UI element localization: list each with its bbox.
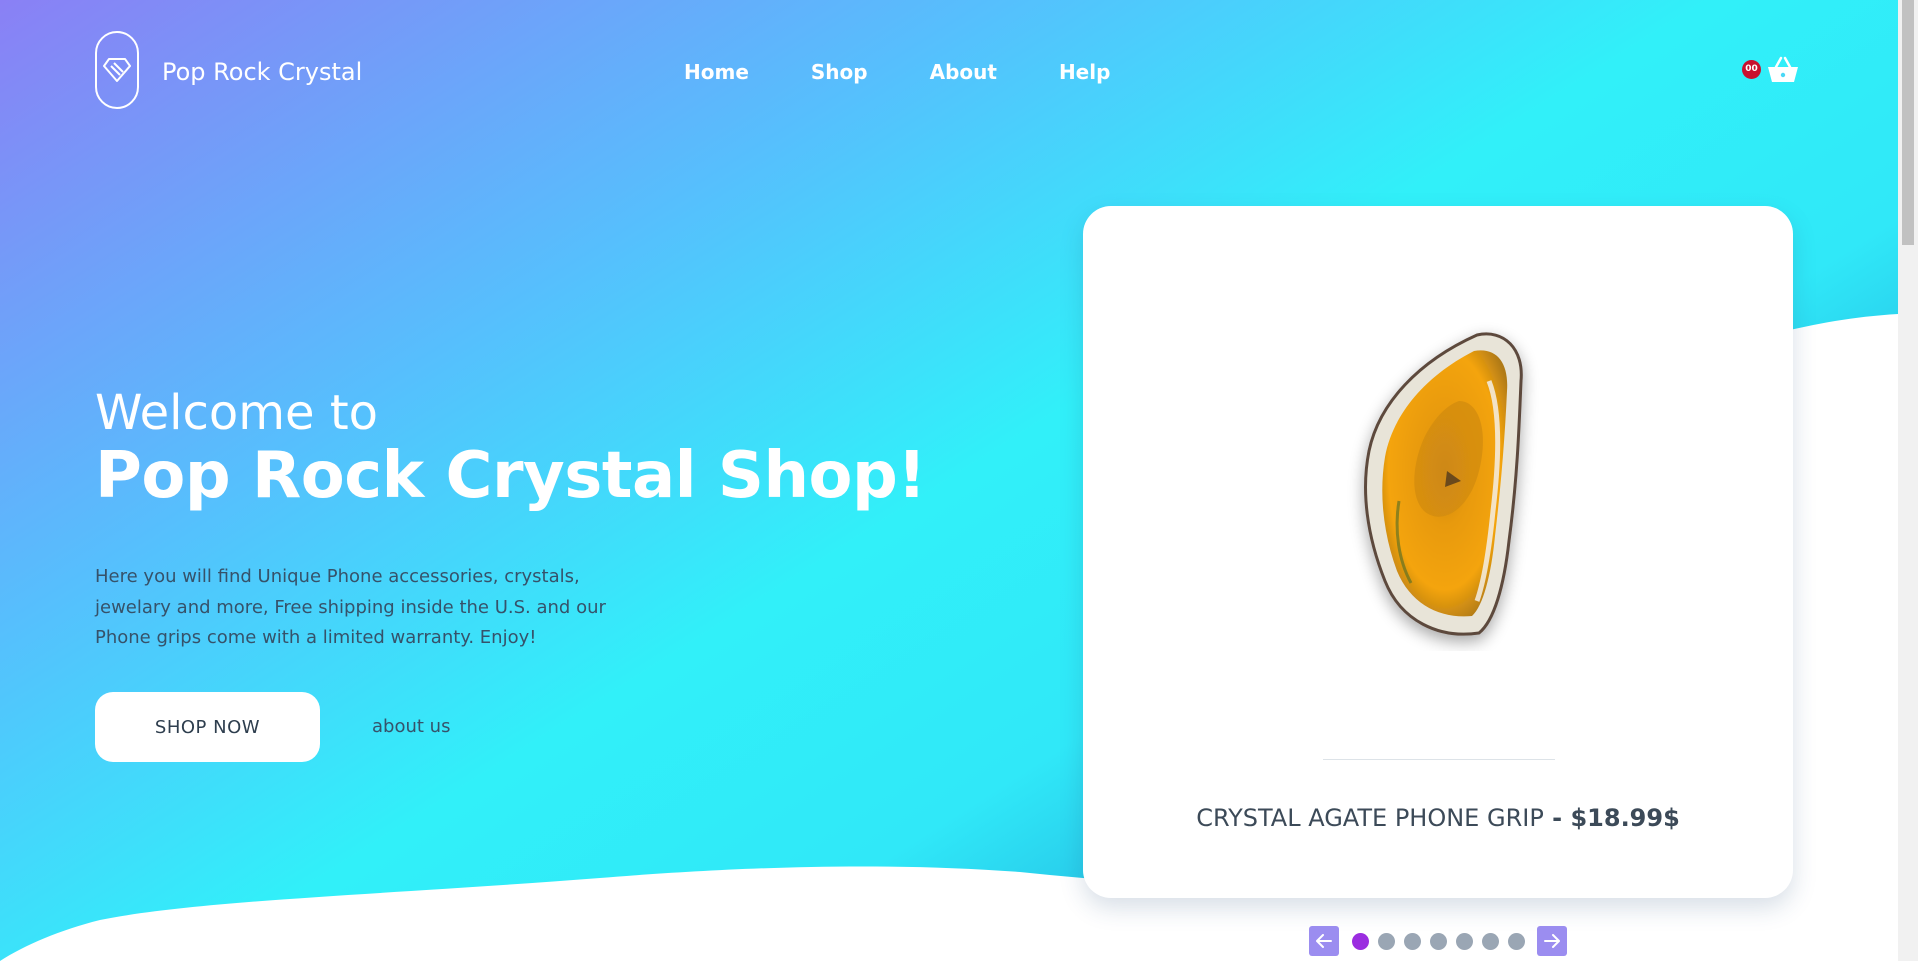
arrow-left-icon — [1316, 934, 1332, 948]
carousel-controls — [1309, 926, 1567, 956]
carousel-dot[interactable] — [1377, 932, 1395, 950]
carousel-next-button[interactable] — [1537, 926, 1567, 956]
product-name: CRYSTAL AGATE PHONE GRIP — [1196, 804, 1544, 832]
page: Pop Rock Crystal Home Shop About Help 00… — [0, 0, 1918, 961]
product-caption: CRYSTAL AGATE PHONE GRIP - $18.99$ — [1083, 802, 1793, 834]
about-us-link[interactable]: about us — [372, 716, 450, 737]
carousel-dot[interactable] — [1507, 932, 1525, 950]
product-price: $18.99$ — [1570, 804, 1680, 832]
nav-about[interactable]: About — [930, 58, 997, 86]
shop-now-button[interactable]: SHOP NOW — [95, 692, 320, 762]
nav-shop[interactable]: Shop — [811, 58, 868, 86]
arrow-right-icon — [1544, 934, 1560, 948]
carousel-dot[interactable] — [1429, 932, 1447, 950]
product-card[interactable]: CRYSTAL AGATE PHONE GRIP - $18.99$ — [1083, 206, 1793, 898]
hero-headline: Pop Rock Crystal Shop! — [95, 439, 926, 513]
main-nav: Home Shop About Help — [684, 58, 1172, 86]
carousel-dot[interactable] — [1403, 932, 1421, 950]
hero-description: Here you will find Unique Phone accessor… — [95, 566, 606, 648]
nav-help[interactable]: Help — [1059, 58, 1110, 86]
basket-icon — [1768, 56, 1798, 82]
diamond-icon — [103, 58, 131, 82]
carousel-dot[interactable] — [1455, 932, 1473, 950]
card-divider — [1323, 759, 1555, 760]
cart-button[interactable]: 00 — [1742, 56, 1800, 86]
carousel-dots — [1347, 932, 1529, 950]
welcome-heading: Welcome to — [95, 385, 379, 441]
carousel-dot[interactable] — [1481, 932, 1499, 950]
carousel-dot[interactable] — [1351, 932, 1369, 950]
nav-home[interactable]: Home — [684, 58, 749, 86]
page-scrollbar[interactable] — [1898, 0, 1918, 961]
carousel-prev-button[interactable] — [1309, 926, 1339, 956]
scrollbar-thumb[interactable] — [1902, 0, 1914, 245]
cart-count-badge: 00 — [1742, 60, 1761, 79]
agate-slice-icon — [1364, 332, 1523, 636]
brand-name[interactable]: Pop Rock Crystal — [162, 56, 362, 88]
price-separator: - — [1543, 804, 1571, 832]
logo[interactable] — [95, 31, 139, 109]
